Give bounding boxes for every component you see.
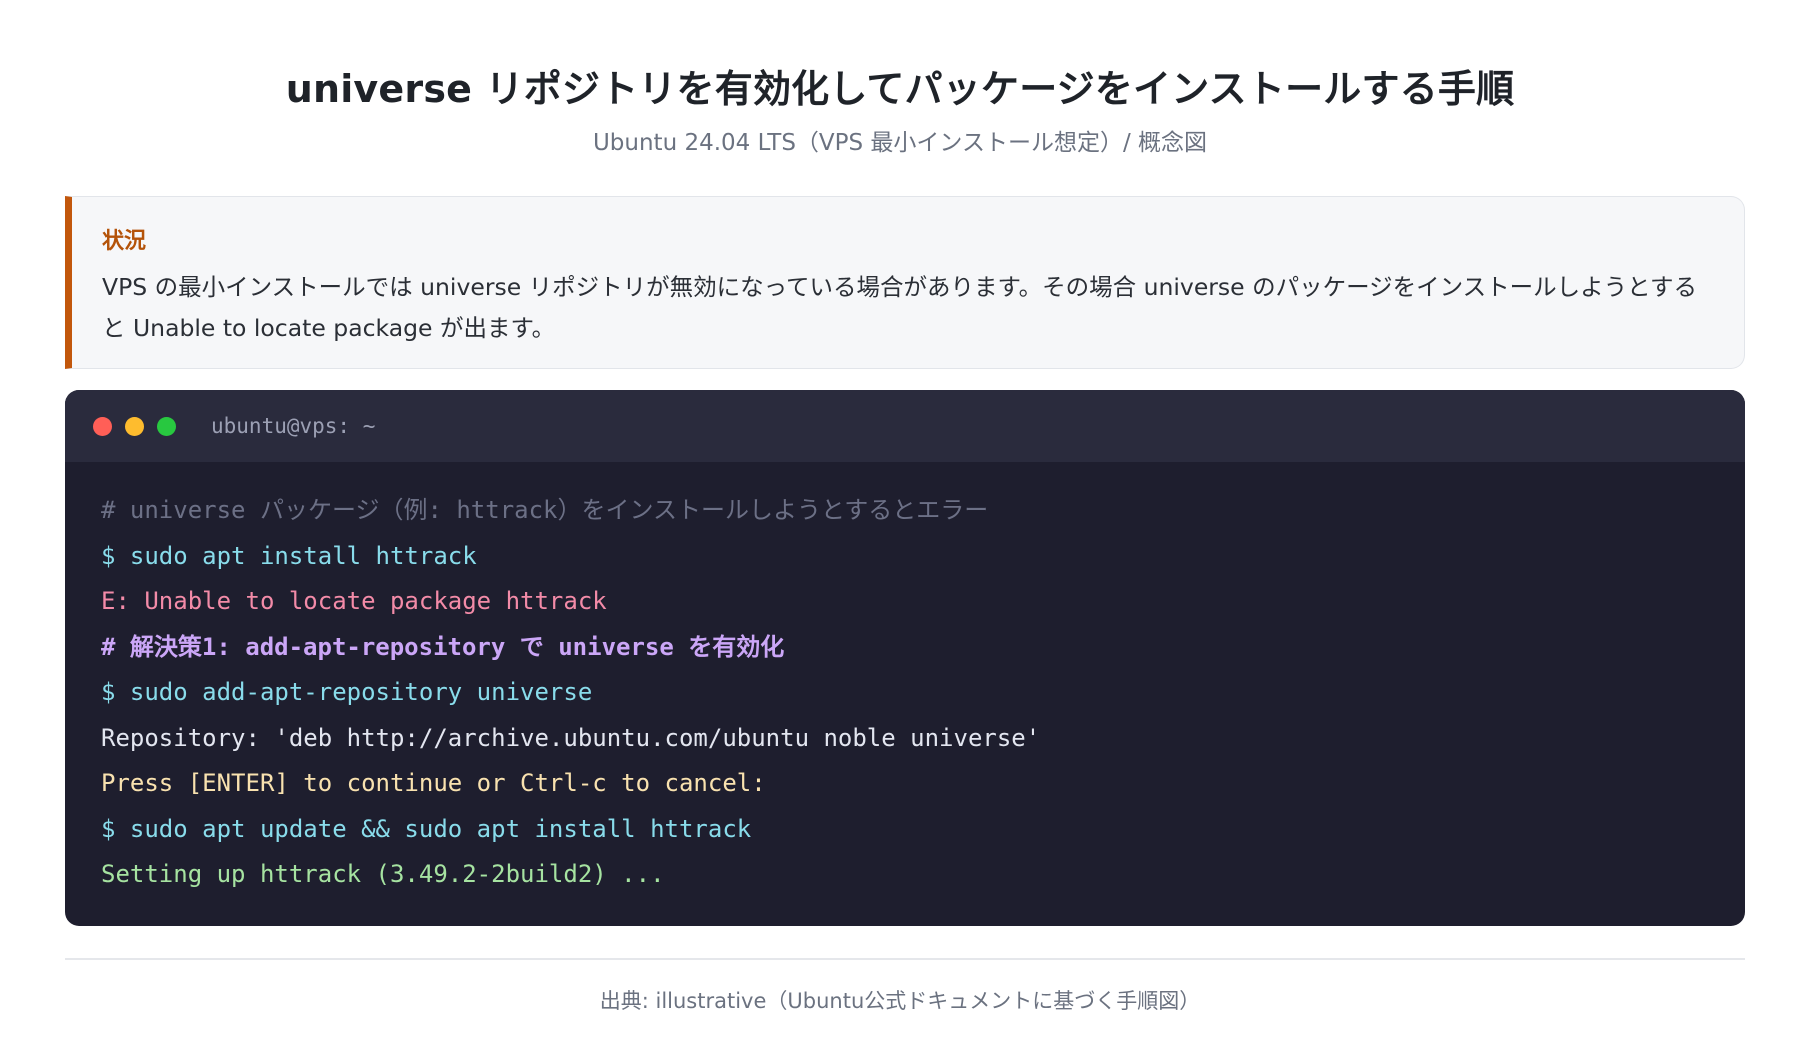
maximize-window-dot-icon[interactable] (157, 416, 176, 436)
terminal-line-command: $ sudo apt install httrack (101, 541, 477, 570)
terminal-line-success: Setting up httrack (3.49.2-2build2) ... (101, 860, 665, 888)
terminal-title-bar: ubuntu@vps: ~ (65, 390, 1745, 462)
terminal-line-command: $ sudo add-apt-repository universe (101, 678, 593, 706)
callout-body: VPS の最小インストールでは universe リポジトリが無効になっている場… (102, 273, 1697, 342)
terminal-body[interactable]: # universe パッケージ（例: httrack）をインストールしようとす… (65, 462, 1745, 898)
terminal-line-command: $ sudo apt update && sudo apt install ht… (101, 814, 752, 843)
terminal-window: ubuntu@vps: ~ # universe パッケージ（例: httrac… (65, 390, 1745, 926)
minimize-window-dot-icon[interactable] (125, 416, 144, 436)
footer-divider (65, 958, 1745, 960)
page: universe リポジトリを有効化してパッケージをインストールする手順 Ubu… (0, 0, 1800, 1048)
page-title: universe リポジトリを有効化してパッケージをインストールする手順 (285, 67, 1515, 111)
close-window-dot-icon[interactable] (93, 416, 112, 436)
terminal-line-error: E: Unable to locate package httrack (101, 587, 607, 615)
page-subtitle: Ubuntu 24.04 LTS（VPS 最小インストール想定）/ 概念図 (592, 130, 1208, 156)
source-footer: 出典: illustrative（Ubuntu公式ドキュメントに基づく手順図） (599, 989, 1201, 1013)
terminal-line-prompt: Press [ENTER] to continue or Ctrl-c to c… (101, 769, 766, 797)
terminal-title: ubuntu@vps: ~ (211, 414, 376, 438)
situation-callout: 状況 VPS の最小インストールでは universe リポジトリが無効になって… (65, 196, 1745, 369)
terminal-line-output: Repository: 'deb http://archive.ubuntu.c… (101, 723, 1041, 752)
callout-label: 状況 (102, 229, 147, 254)
terminal-line-solution-heading: # 解決策1: add-apt-repository で universe を有… (101, 632, 785, 661)
terminal-line-comment: # universe パッケージ（例: httrack）をインストールしようとす… (101, 496, 989, 524)
